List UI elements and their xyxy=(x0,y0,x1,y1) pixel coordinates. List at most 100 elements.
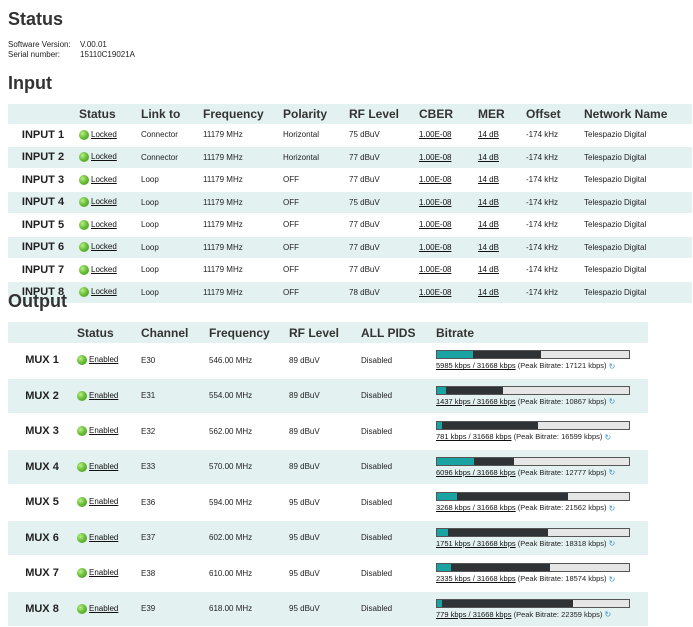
output-status-link[interactable]: Enabled xyxy=(89,604,118,613)
bitrate-link[interactable]: 3268 kbps / 31668 kbps xyxy=(436,503,516,512)
output-status-link[interactable]: Enabled xyxy=(89,568,118,577)
green-dot-icon xyxy=(77,390,87,401)
bitrate-text: 5985 kbps / 31668 kbps (Peak Bitrate: 17… xyxy=(436,361,647,370)
input-frequency: 11179 MHz xyxy=(202,191,282,214)
output-header-rf-level: RF Level xyxy=(288,322,360,343)
bitrate-link[interactable]: 779 kbps / 31668 kbps xyxy=(436,610,511,619)
input-row-label: INPUT 5 xyxy=(8,213,78,237)
output-status-cell: Enabled xyxy=(76,343,140,379)
input-cber-link[interactable]: 1.00E-08 xyxy=(419,288,451,297)
output-rf-level: 95 dBuV xyxy=(288,591,360,627)
input-mer-cell: 14 dB xyxy=(477,258,525,282)
bitrate-text: 779 kbps / 31668 kbps (Peak Bitrate: 223… xyxy=(436,610,647,619)
input-offset: -174 kHz xyxy=(525,146,583,169)
input-polarity: OFF xyxy=(282,191,348,214)
green-dot-icon xyxy=(77,355,87,366)
input-header-polarity: Polarity xyxy=(282,104,348,124)
input-mer-link[interactable]: 14 dB xyxy=(478,130,499,139)
output-header-status: Status xyxy=(76,322,140,343)
input-cber-link[interactable]: 1.00E-08 xyxy=(419,220,451,229)
output-frequency: 554.00 MHz xyxy=(208,378,288,414)
output-all-pids: Disabled xyxy=(360,484,435,521)
input-cber-link[interactable]: 1.00E-08 xyxy=(419,243,451,252)
input-row: INPUT 4 Locked Loop 11179 MHz OFF 75 dBuV 1.00… xyxy=(8,191,692,214)
input-polarity: OFF xyxy=(282,258,348,282)
input-mer-cell: 14 dB xyxy=(477,124,525,147)
bitrate-bar xyxy=(436,598,630,608)
output-channel: E32 xyxy=(140,413,208,450)
bitrate-bar xyxy=(436,385,630,395)
output-channel: E38 xyxy=(140,555,208,592)
input-cber-link[interactable]: 1.00E-08 xyxy=(419,130,451,139)
refresh-icon[interactable]: ↻ xyxy=(604,433,612,441)
input-status-link[interactable]: Locked xyxy=(91,152,117,161)
input-mer-link[interactable]: 14 dB xyxy=(478,243,499,252)
input-offset: -174 kHz xyxy=(525,236,583,259)
input-status-link[interactable]: Locked xyxy=(91,130,117,139)
input-cber-link[interactable]: 1.00E-08 xyxy=(419,198,451,207)
input-link-to: Loop xyxy=(140,236,202,259)
output-header-channel: Channel xyxy=(140,322,208,343)
input-cber-link[interactable]: 1.00E-08 xyxy=(419,175,451,184)
bitrate-link[interactable]: 5985 kbps / 31668 kbps xyxy=(436,361,516,370)
input-mer-link[interactable]: 14 dB xyxy=(478,220,499,229)
output-frequency: 618.00 MHz xyxy=(208,591,288,627)
input-status-link[interactable]: Locked xyxy=(91,265,117,274)
bitrate-link[interactable]: 2335 kbps / 31668 kbps xyxy=(436,574,516,583)
input-mer-link[interactable]: 14 dB xyxy=(478,198,499,207)
input-mer-link[interactable]: 14 dB xyxy=(478,153,499,162)
output-frequency: 562.00 MHz xyxy=(208,413,288,450)
output-status-link[interactable]: Enabled xyxy=(89,391,118,400)
input-cber-cell: 1.00E-08 xyxy=(418,168,477,192)
input-cber-link[interactable]: 1.00E-08 xyxy=(419,265,451,274)
green-dot-icon xyxy=(79,152,89,163)
input-row-label: INPUT 4 xyxy=(8,191,78,214)
refresh-icon[interactable]: ↻ xyxy=(609,398,617,406)
output-status-link[interactable]: Enabled xyxy=(89,355,118,364)
peak-bitrate-text: (Peak Bitrate: 16599 kbps) xyxy=(513,432,603,442)
output-row: MUX 1 Enabled E30 546.00 MHz 89 dBuV Disabled… xyxy=(8,343,648,379)
output-status-link[interactable]: Enabled xyxy=(89,462,118,471)
refresh-icon[interactable]: ↻ xyxy=(609,504,617,512)
peak-bitrate-text: (Peak Bitrate: 10867 kbps) xyxy=(517,396,607,406)
output-channel: E33 xyxy=(140,449,208,485)
output-frequency: 610.00 MHz xyxy=(208,555,288,592)
input-title: Input xyxy=(8,73,52,93)
input-mer-link[interactable]: 14 dB xyxy=(478,265,499,274)
input-row: INPUT 3 Locked Loop 11179 MHz OFF 77 dBuV 1.00… xyxy=(8,168,692,192)
input-frequency: 11179 MHz xyxy=(202,124,282,147)
refresh-icon[interactable]: ↻ xyxy=(604,611,612,619)
refresh-icon[interactable]: ↻ xyxy=(609,362,617,370)
output-status-link[interactable]: Enabled xyxy=(89,426,118,435)
output-bitrate-cell: 2335 kbps / 31668 kbps (Peak Bitrate: 18… xyxy=(435,555,648,592)
output-row-label: MUX 3 xyxy=(8,413,76,450)
output-status-link[interactable]: Enabled xyxy=(89,533,118,542)
input-status-link[interactable]: Locked xyxy=(91,242,117,251)
bitrate-text: 6096 kbps / 31668 kbps (Peak Bitrate: 12… xyxy=(436,468,647,477)
bitrate-link[interactable]: 1437 kbps / 31668 kbps xyxy=(436,397,516,406)
input-mer-link[interactable]: 14 dB xyxy=(478,175,499,184)
bitrate-text: 781 kbps / 31668 kbps (Peak Bitrate: 165… xyxy=(436,432,647,441)
refresh-icon[interactable]: ↻ xyxy=(609,575,617,583)
bitrate-link[interactable]: 1751 kbps / 31668 kbps xyxy=(436,539,516,548)
peak-bitrate-text: (Peak Bitrate: 12777 kbps) xyxy=(517,467,607,477)
input-status-link[interactable]: Locked xyxy=(91,287,117,296)
bitrate-link[interactable]: 781 kbps / 31668 kbps xyxy=(436,432,511,441)
output-channel: E30 xyxy=(140,343,208,379)
input-cber-cell: 1.00E-08 xyxy=(418,124,477,147)
bitrate-link[interactable]: 6096 kbps / 31668 kbps xyxy=(436,468,516,477)
output-status-link[interactable]: Enabled xyxy=(89,497,118,506)
input-status-link[interactable]: Locked xyxy=(91,197,117,206)
input-status-link[interactable]: Locked xyxy=(91,175,117,184)
output-header-row: Status Channel Frequency RF Level ALL PI… xyxy=(8,322,648,343)
refresh-icon[interactable]: ↻ xyxy=(609,469,617,477)
serial-number-label: Serial number: xyxy=(8,50,61,59)
input-mer-cell: 14 dB xyxy=(477,213,525,237)
output-status-cell: Enabled xyxy=(76,378,140,414)
input-status-cell: Locked xyxy=(78,168,140,192)
input-cber-link[interactable]: 1.00E-08 xyxy=(419,153,451,162)
refresh-icon[interactable]: ↻ xyxy=(609,540,617,548)
input-status-link[interactable]: Locked xyxy=(91,220,117,229)
input-mer-link[interactable]: 14 dB xyxy=(478,288,499,297)
input-frequency: 11179 MHz xyxy=(202,281,282,304)
